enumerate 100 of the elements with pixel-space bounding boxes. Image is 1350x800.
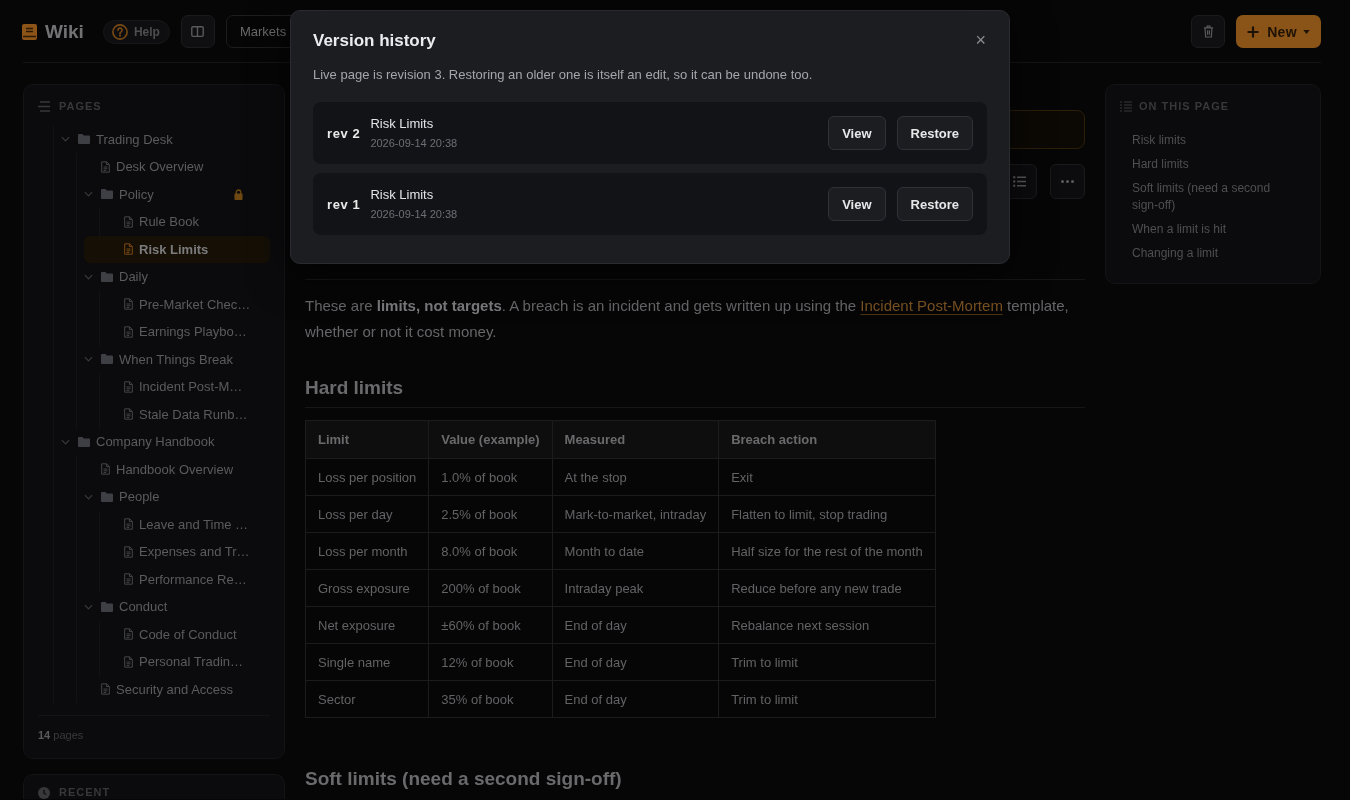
page-item[interactable]: Risk Limits <box>84 235 270 263</box>
help-button[interactable]: Help <box>102 19 170 44</box>
folder-item[interactable]: Trading Desk <box>59 125 270 153</box>
document-icon <box>101 160 110 173</box>
page-item[interactable]: Expenses and Tr… <box>105 538 270 566</box>
page-item[interactable]: Earnings Playbo… <box>105 318 270 346</box>
table-cell: Loss per month <box>305 532 429 570</box>
column-header: Breach action <box>718 420 936 459</box>
table-cell: Trim to limit <box>718 680 936 718</box>
folder-icon <box>78 134 90 145</box>
table-cell: Half size for the rest of the month <box>718 532 936 570</box>
folder-item[interactable]: Conduct <box>82 593 270 621</box>
document-icon <box>124 655 133 668</box>
folder-icon <box>101 271 113 282</box>
page-item[interactable]: Incident Post-M… <box>105 373 270 401</box>
page-item[interactable]: Security and Access <box>82 675 270 703</box>
table-cell: At the stop <box>552 458 719 496</box>
folder-icon <box>101 601 113 612</box>
section-heading: Hard limits <box>305 376 404 400</box>
table-cell: Month to date <box>552 532 719 570</box>
toc-link[interactable]: Changing a limit <box>1132 241 1219 265</box>
table-cell: Reduce before any new trade <box>718 569 936 607</box>
table-cell: Flatten to limit, stop trading <box>718 495 936 533</box>
page-item[interactable]: Handbook Overview <box>82 455 270 483</box>
revision-title: Risk Limits <box>370 187 434 203</box>
more-button[interactable] <box>1050 164 1085 199</box>
trash-icon <box>1202 25 1214 38</box>
toc-link[interactable]: Risk limits <box>1132 128 1186 152</box>
document-icon <box>101 463 110 476</box>
revision-number: rev 1 <box>327 196 361 212</box>
folder-item[interactable]: Daily <box>82 263 270 291</box>
column-header: Measured <box>552 420 719 459</box>
table-cell: 1.0% of book <box>428 458 553 496</box>
table-cell: ±60% of book <box>428 606 553 644</box>
page-link[interactable]: Incident Post-Mortem <box>860 297 1003 314</box>
view-button[interactable]: View <box>828 187 886 221</box>
document-icon <box>124 573 133 586</box>
dialog-title: Version history <box>313 30 436 52</box>
bulleted-list-icon <box>1013 176 1026 187</box>
chevron-down-icon[interactable] <box>61 136 70 143</box>
page-item[interactable]: Personal Tradin… <box>105 648 270 676</box>
document-icon <box>124 628 133 641</box>
chevron-down-icon[interactable] <box>84 603 93 610</box>
chevron-down-icon[interactable] <box>84 191 93 198</box>
revision-date: 2026-09-14 20:38 <box>370 136 458 150</box>
page-item[interactable]: Stale Data Runb… <box>105 400 270 428</box>
table-cell: 12% of book <box>428 643 553 681</box>
sidebar-toggle-icon <box>191 26 205 37</box>
question-icon <box>111 23 128 40</box>
table-cell: Trim to limit <box>718 643 936 681</box>
folder-item[interactable]: When Things Break <box>82 345 270 373</box>
document-icon <box>124 518 133 531</box>
page-item[interactable]: Pre-Market Chec… <box>105 290 270 318</box>
revision-number: rev 2 <box>327 125 361 141</box>
folder-item[interactable]: Policy <box>82 180 270 208</box>
menu-icon <box>38 100 50 112</box>
chevron-down-icon[interactable] <box>84 356 93 363</box>
document-icon <box>101 683 110 696</box>
page-item[interactable]: Code of Conduct <box>105 620 270 648</box>
table-cell: End of day <box>552 606 719 644</box>
dialog-description: Live page is revision 3. Restoring an older one is itself an edit, so it can be undone too. <box>313 66 814 84</box>
page-item[interactable]: Leave and Time … <box>105 510 270 538</box>
app-title: Wiki <box>45 20 84 43</box>
table-cell: 35% of book <box>428 680 553 718</box>
folder-item[interactable]: Company Handbook <box>59 428 270 456</box>
more-icon <box>1061 180 1074 183</box>
new-button[interactable]: New <box>1236 15 1321 48</box>
revision-title: Risk Limits <box>370 116 434 132</box>
folder-icon <box>101 354 113 365</box>
folder-icon <box>101 189 113 200</box>
document-icon <box>124 298 133 311</box>
chevron-down-icon[interactable] <box>61 438 70 445</box>
folder-icon <box>101 491 113 502</box>
folder-item[interactable]: People <box>82 483 270 511</box>
document-icon <box>124 545 133 558</box>
page-item[interactable]: Performance Re… <box>105 565 270 593</box>
intro-paragraph: These are limits, not targets. A breach is an incident and gets written up using the Incident Post-Mortem template, whether or not it cost money. <box>305 296 1070 342</box>
view-button[interactable]: View <box>828 116 886 150</box>
sidebar-toggle-button[interactable] <box>180 15 215 48</box>
delete-button[interactable] <box>1191 15 1225 48</box>
toc-link[interactable]: When a limit is hit <box>1132 217 1227 241</box>
table-cell: 200% of book <box>428 569 553 607</box>
page-item[interactable]: Rule Book <box>105 208 270 236</box>
chevron-down-icon[interactable] <box>84 273 93 280</box>
restore-button[interactable]: Restore <box>896 116 973 150</box>
plus-icon <box>1247 25 1260 38</box>
toc-link[interactable]: Hard limits <box>1132 152 1189 176</box>
toc-link[interactable]: Soft limits (need a second sign-off) <box>1132 176 1282 217</box>
table-cell: Gross exposure <box>305 569 429 607</box>
page-item[interactable]: Desk Overview <box>82 153 270 181</box>
document-icon <box>124 243 133 256</box>
table-cell: Mark-to-market, intraday <box>552 495 719 533</box>
table-cell: Sector <box>305 680 429 718</box>
table-cell: Intraday peak <box>552 569 719 607</box>
column-header: Value (example) <box>428 420 553 459</box>
chevron-down-icon[interactable] <box>84 493 93 500</box>
document-icon <box>124 408 133 421</box>
table-cell: Loss per day <box>305 495 429 533</box>
restore-button[interactable]: Restore <box>896 187 973 221</box>
close-button[interactable]: × <box>975 32 986 48</box>
